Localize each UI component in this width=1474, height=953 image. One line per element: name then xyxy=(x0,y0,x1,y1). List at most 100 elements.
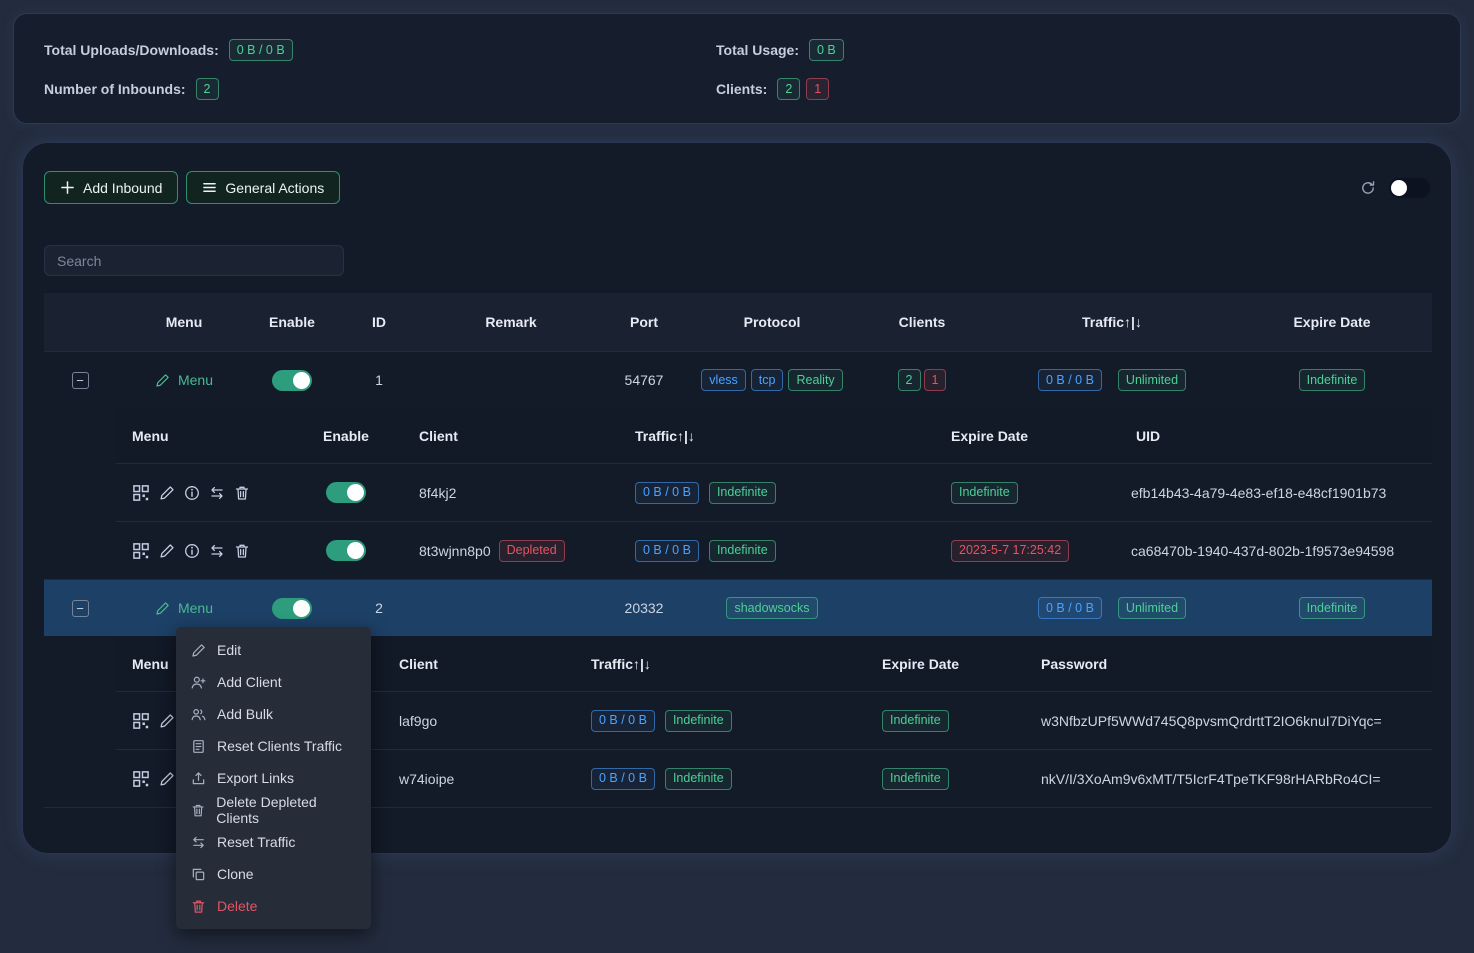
stat-usage-label: Total Usage: xyxy=(716,42,799,58)
reset-client-traffic-button[interactable] xyxy=(209,543,225,559)
inbound-expire: Indefinite xyxy=(1232,597,1432,619)
inbound-menu-button[interactable]: Menu xyxy=(155,600,213,616)
traffic-badge: 0 B / 0 B xyxy=(1038,369,1102,391)
clients-active-badge: 2 xyxy=(898,369,921,391)
traffic-limit-badge: Unlimited xyxy=(1118,369,1186,391)
trash-icon xyxy=(234,485,250,501)
inbound-protocol-tags: shadowsocks xyxy=(692,597,852,619)
client-name: 8f4kj2 xyxy=(391,485,601,501)
client-enable-toggle[interactable] xyxy=(326,482,366,503)
delete-client-button[interactable] xyxy=(234,543,250,559)
traffic-limit-badge: Indefinite xyxy=(665,710,732,732)
inbound-menu-button[interactable]: Menu xyxy=(155,372,213,388)
inbound-expire: Indefinite xyxy=(1232,369,1432,391)
client-info-button[interactable] xyxy=(184,485,200,501)
inbound-menu-label: Menu xyxy=(178,600,213,616)
stat-clients: Clients: 2 1 xyxy=(716,78,1430,100)
client-name: w74ioipe xyxy=(381,771,566,787)
menu-item-label: Export Links xyxy=(217,770,294,786)
client-header-traffic-sort[interactable]: Traffic↑|↓ xyxy=(566,656,856,672)
menu-bars-icon xyxy=(202,180,217,195)
client-header-expire: Expire Date xyxy=(931,428,1111,444)
protocol-badge: Reality xyxy=(788,369,842,391)
menu-item-export-links[interactable]: Export Links xyxy=(176,762,371,794)
expire-date-badge: 2023-5-7 17:25:42 xyxy=(951,540,1069,562)
client-traffic: 0 B / 0 B Indefinite xyxy=(566,768,856,790)
menu-item-reset-clients-traffic[interactable]: Reset Clients Traffic xyxy=(176,730,371,762)
inbound-enable-toggle[interactable] xyxy=(272,598,312,619)
export-icon xyxy=(191,771,206,786)
qr-code-button[interactable] xyxy=(132,542,150,560)
menu-item-add-client[interactable]: Add Client xyxy=(176,666,371,698)
traffic-badge: 0 B / 0 B xyxy=(635,540,699,562)
depleted-badge: Depleted xyxy=(499,540,565,562)
delete-client-button[interactable] xyxy=(234,485,250,501)
menu-item-add-bulk[interactable]: Add Bulk xyxy=(176,698,371,730)
traffic-badge: 0 B / 0 B xyxy=(591,710,655,732)
qr-code-button[interactable] xyxy=(132,484,150,502)
edit-pencil-icon xyxy=(159,713,175,729)
inbound-enable-toggle[interactable] xyxy=(272,370,312,391)
edit-pencil-icon xyxy=(155,373,170,388)
stat-uploads-label: Total Uploads/Downloads: xyxy=(44,42,219,58)
client-enable-toggle[interactable] xyxy=(326,540,366,561)
traffic-badge: 0 B / 0 B xyxy=(635,482,699,504)
client-password: w3NfbzUPf5WWd745Q8pvsmQrdrttT2IO6knuI7Di… xyxy=(1026,713,1432,729)
general-actions-label: General Actions xyxy=(225,180,324,196)
theme-toggle[interactable] xyxy=(1389,178,1430,198)
client-actions xyxy=(116,542,301,560)
client-expire: Indefinite xyxy=(856,768,1026,790)
menu-item-label: Add Bulk xyxy=(217,706,273,722)
edit-client-button[interactable] xyxy=(159,485,175,501)
menu-item-edit[interactable]: Edit xyxy=(176,634,371,666)
menu-item-label: Delete xyxy=(217,898,257,914)
expire-badge: Indefinite xyxy=(1299,369,1366,391)
refresh-button[interactable] xyxy=(1360,180,1376,196)
menu-item-delete[interactable]: Delete xyxy=(176,890,371,922)
reset-client-traffic-button[interactable] xyxy=(209,485,225,501)
edit-client-button[interactable] xyxy=(159,713,175,729)
add-inbound-label: Add Inbound xyxy=(83,180,162,196)
edit-client-button[interactable] xyxy=(159,543,175,559)
client-header-traffic-sort[interactable]: Traffic↑|↓ xyxy=(601,428,931,444)
edit-client-button[interactable] xyxy=(159,771,175,787)
menu-item-delete-depleted-clients[interactable]: Delete Depleted Clients xyxy=(176,794,371,826)
inbound-traffic: 0 B / 0 B Unlimited xyxy=(992,369,1232,391)
edit-pencil-icon xyxy=(159,771,175,787)
add-inbound-button[interactable]: Add Inbound xyxy=(44,171,178,204)
inbound-clients-counts: 2 1 xyxy=(852,369,992,391)
qr-code-icon xyxy=(132,484,150,502)
qr-code-button[interactable] xyxy=(132,770,150,788)
client-table: Menu Enable Client Traffic↑|↓ Expire Dat… xyxy=(116,408,1432,579)
header-traffic-sort[interactable]: Traffic↑|↓ xyxy=(992,314,1232,330)
search-input[interactable] xyxy=(44,245,344,276)
client-expire: Indefinite xyxy=(856,710,1026,732)
users-icon xyxy=(191,707,206,722)
client-actions xyxy=(116,484,301,502)
inbounds-table-header: Menu Enable ID Remark Port Protocol Clie… xyxy=(44,293,1432,351)
qr-code-icon xyxy=(132,542,150,560)
traffic-limit-badge: Indefinite xyxy=(709,482,776,504)
document-reset-icon xyxy=(191,739,206,754)
menu-item-label: Reset Clients Traffic xyxy=(217,738,342,754)
general-actions-button[interactable]: General Actions xyxy=(186,171,340,204)
client-row: 8f4kj2 0 B / 0 B Indefinite Indefinite e… xyxy=(116,463,1432,521)
inbound-id: 1 xyxy=(332,372,426,388)
qr-code-button[interactable] xyxy=(132,712,150,730)
client-info-button[interactable] xyxy=(184,543,200,559)
header-enable: Enable xyxy=(252,314,332,330)
client-uid: ca68470b-1940-437d-802b-1f9573e94598 xyxy=(1111,543,1432,559)
plus-icon xyxy=(60,180,75,195)
menu-item-reset-traffic[interactable]: Reset Traffic xyxy=(176,826,371,858)
collapse-row-button[interactable]: − xyxy=(72,372,89,389)
traffic-limit-badge: Indefinite xyxy=(709,540,776,562)
inbound-row[interactable]: − Menu 1 54767 vless tcp Reality 2 xyxy=(44,351,1432,408)
client-name: laf9go xyxy=(381,713,566,729)
menu-item-clone[interactable]: Clone xyxy=(176,858,371,890)
edit-pencil-icon xyxy=(191,643,206,658)
collapse-row-button[interactable]: − xyxy=(72,600,89,617)
app-page: Total Uploads/Downloads: 0 B / 0 B Total… xyxy=(0,0,1474,953)
client-uid: efb14b43-4a79-4e83-ef18-e48cf1901b73 xyxy=(1111,485,1432,501)
stat-clients-depleted: 1 xyxy=(806,78,829,100)
trash-icon xyxy=(191,803,205,818)
